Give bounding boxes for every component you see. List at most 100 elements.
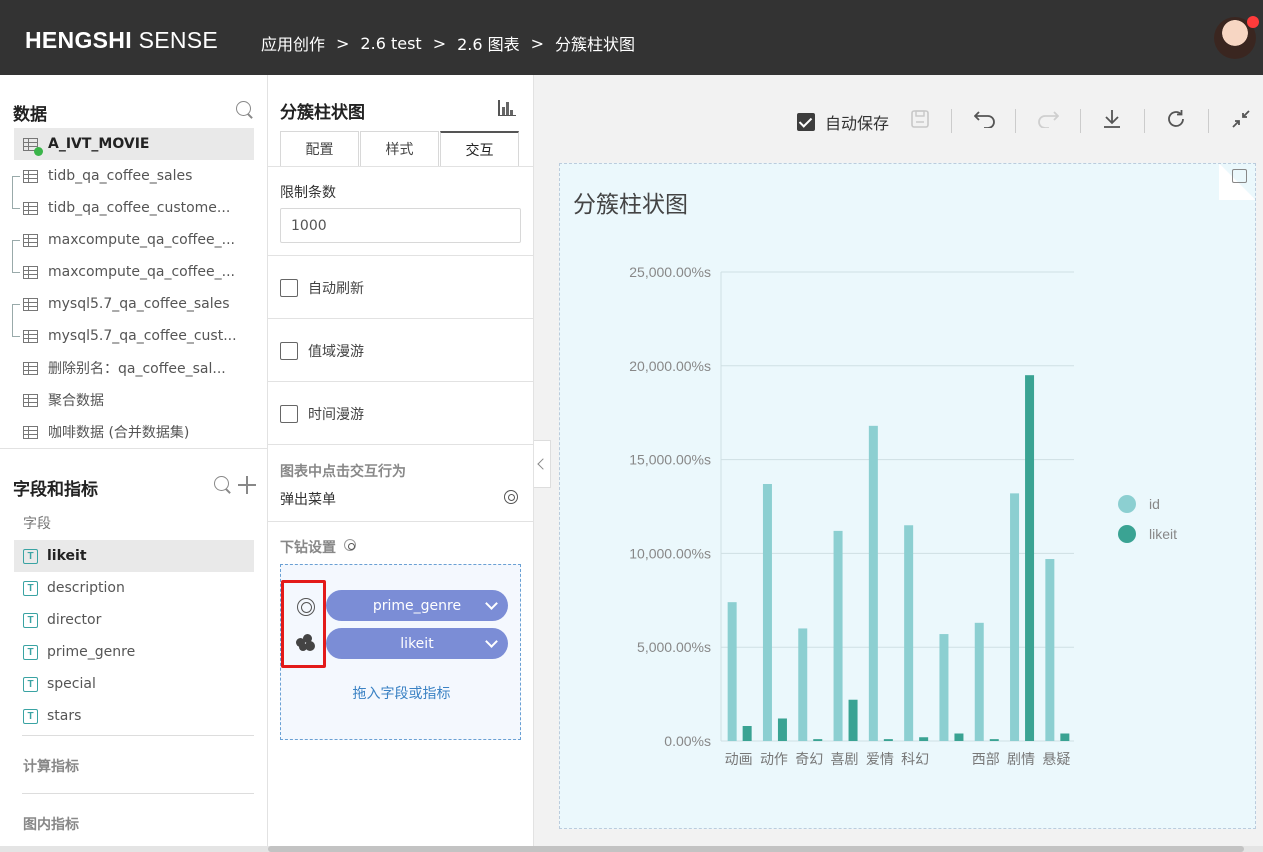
brand-logo[interactable]: HENGSHI SENSE [25, 27, 218, 54]
breadcrumb-item[interactable]: 应用创作 [261, 31, 325, 55]
field-item[interactable]: Tlikeit [14, 540, 254, 572]
bar-likeit [883, 739, 893, 741]
bar-id [868, 425, 878, 741]
chevron-down-icon[interactable] [485, 635, 498, 648]
checkbox-box[interactable] [280, 279, 298, 297]
add-icon[interactable] [238, 476, 256, 494]
auto-refresh-checkbox[interactable]: 自动刷新 [280, 278, 364, 298]
dataset-item[interactable]: 聚合数据 [14, 384, 254, 416]
tab-config[interactable]: 配置 [280, 131, 359, 166]
x-tick-label: 动画 [725, 752, 753, 768]
dataset-item[interactable]: A_IVT_MOVIE [14, 128, 254, 160]
notification-dot [1247, 16, 1259, 28]
table-icon [23, 201, 38, 215]
tab-style[interactable]: 样式 [360, 131, 439, 166]
checkbox-box[interactable] [280, 405, 298, 423]
collapse-fullscreen-icon[interactable] [1229, 107, 1253, 131]
chevron-down-icon[interactable] [485, 597, 498, 610]
breadcrumb-separator: > [530, 33, 545, 53]
breadcrumb-separator: > [336, 33, 350, 53]
refresh-icon[interactable] [1164, 107, 1188, 131]
chart-card[interactable]: 分簇柱状图 0.00%s 5,000.00%s 10,000.00%s 15,000.… [559, 163, 1256, 829]
x-tick-label: 西部 [972, 752, 1000, 768]
search-icon[interactable] [214, 476, 232, 494]
dataset-item[interactable]: 删除别名：qa_coffee_sal... [14, 352, 254, 384]
divider [268, 381, 534, 382]
settings-gear-icon[interactable] [504, 490, 518, 504]
calc-metrics-label[interactable]: 计算指标 [23, 756, 79, 776]
drill-settings-gear-icon[interactable] [344, 539, 356, 551]
table-icon [23, 425, 38, 439]
y-tick-label: 0.00%s [664, 733, 711, 749]
text-type-icon: T [23, 708, 38, 724]
x-tick-label: 爱情 [866, 752, 894, 768]
y-tick-label: 5,000.00%s [637, 639, 711, 655]
top-header: HENGSHI SENSE 应用创作 > 2.6 test > 2.6 图表 >… [0, 0, 1263, 75]
drill-drop-zone[interactable]: prime_genre likeit 拖入字段或指标 [280, 564, 521, 740]
dataset-item[interactable]: 咖啡数据 (合并数据集) [14, 416, 254, 448]
time-roam-checkbox[interactable]: 时间漫游 [280, 404, 364, 424]
divider [268, 521, 534, 522]
table-icon [23, 169, 38, 183]
text-type-icon: T [23, 548, 38, 564]
user-avatar[interactable] [1214, 16, 1259, 59]
horizontal-scrollbar[interactable] [0, 846, 1263, 852]
drill-settings-label: 下钻设置 [280, 540, 336, 556]
redo-icon[interactable] [1036, 107, 1060, 131]
bar-chart: 0.00%s 5,000.00%s 10,000.00%s 15,000.00%s 20… [629, 264, 1177, 768]
chart-type-title: 分簇柱状图 [280, 103, 365, 123]
divider [268, 166, 534, 167]
collapse-panel-button[interactable] [534, 440, 551, 488]
checkbox-box[interactable] [280, 342, 298, 360]
dataset-item[interactable]: maxcompute_qa_coffee_... [14, 224, 254, 256]
inchart-metrics-label[interactable]: 图内指标 [23, 814, 79, 834]
download-icon[interactable] [1100, 107, 1124, 131]
drill-spiral-icon[interactable] [297, 598, 315, 616]
legend-label: likeit [1149, 526, 1177, 542]
limit-input[interactable]: 1000 [280, 208, 521, 243]
breadcrumb-current: 分簇柱状图 [555, 35, 636, 54]
text-type-icon: T [23, 676, 38, 692]
drop-hint-link[interactable]: 拖入字段或指标 [281, 683, 522, 703]
click-behavior-label: 图表中点击交互行为 [280, 464, 406, 480]
y-tick-label: 15,000.00%s [629, 452, 711, 468]
tab-interaction[interactable]: 交互 [440, 131, 519, 166]
scrollbar-thumb[interactable] [268, 846, 1244, 852]
checkbox-checked[interactable] [797, 113, 815, 131]
breadcrumb: 应用创作 > 2.6 test > 2.6 图表 > 分簇柱状图 [261, 31, 635, 55]
bar-id [1045, 559, 1055, 741]
bar-likeit [1025, 375, 1035, 741]
bar-likeit [848, 699, 858, 741]
field-item[interactable]: Tspecial [14, 668, 254, 700]
breadcrumb-item[interactable]: 2.6 图表 [457, 31, 520, 55]
field-item[interactable]: Tdescription [14, 572, 254, 604]
field-item[interactable]: Tprime_genre [14, 636, 254, 668]
dataset-item[interactable]: mysql5.7_qa_coffee_cust... [14, 320, 254, 352]
dataset-item[interactable]: maxcompute_qa_coffee_... [14, 256, 254, 288]
legend-label: id [1149, 496, 1160, 512]
table-icon [23, 329, 38, 343]
field-item[interactable]: Tdirector [14, 604, 254, 636]
bar-chart-icon[interactable] [498, 100, 516, 116]
save-icon[interactable] [908, 107, 932, 131]
undo-icon[interactable] [973, 107, 997, 131]
divider [268, 444, 534, 445]
dataset-item[interactable]: mysql5.7_qa_coffee_sales [14, 288, 254, 320]
drill-field-pill[interactable]: prime_genre [326, 590, 508, 621]
divider [22, 735, 254, 736]
divider [268, 255, 534, 256]
dataset-item[interactable]: tidb_qa_coffee_sales [14, 160, 254, 192]
table-icon [23, 361, 38, 375]
text-type-icon: T [23, 612, 38, 628]
click-behavior-value[interactable]: 弹出菜单 [280, 489, 336, 509]
table-icon [23, 393, 38, 407]
field-item[interactable]: Tstars [14, 700, 254, 732]
autosave-toggle[interactable]: 自动保存 [797, 110, 889, 134]
breadcrumb-item[interactable]: 2.6 test [360, 34, 421, 53]
cluster-icon[interactable] [296, 634, 316, 652]
x-tick-label: 剧情 [1007, 752, 1035, 768]
dataset-item[interactable]: tidb_qa_coffee_custome... [14, 192, 254, 224]
range-roam-checkbox[interactable]: 值域漫游 [280, 341, 364, 361]
search-icon[interactable] [236, 101, 254, 119]
drill-field-pill[interactable]: likeit [326, 628, 508, 659]
